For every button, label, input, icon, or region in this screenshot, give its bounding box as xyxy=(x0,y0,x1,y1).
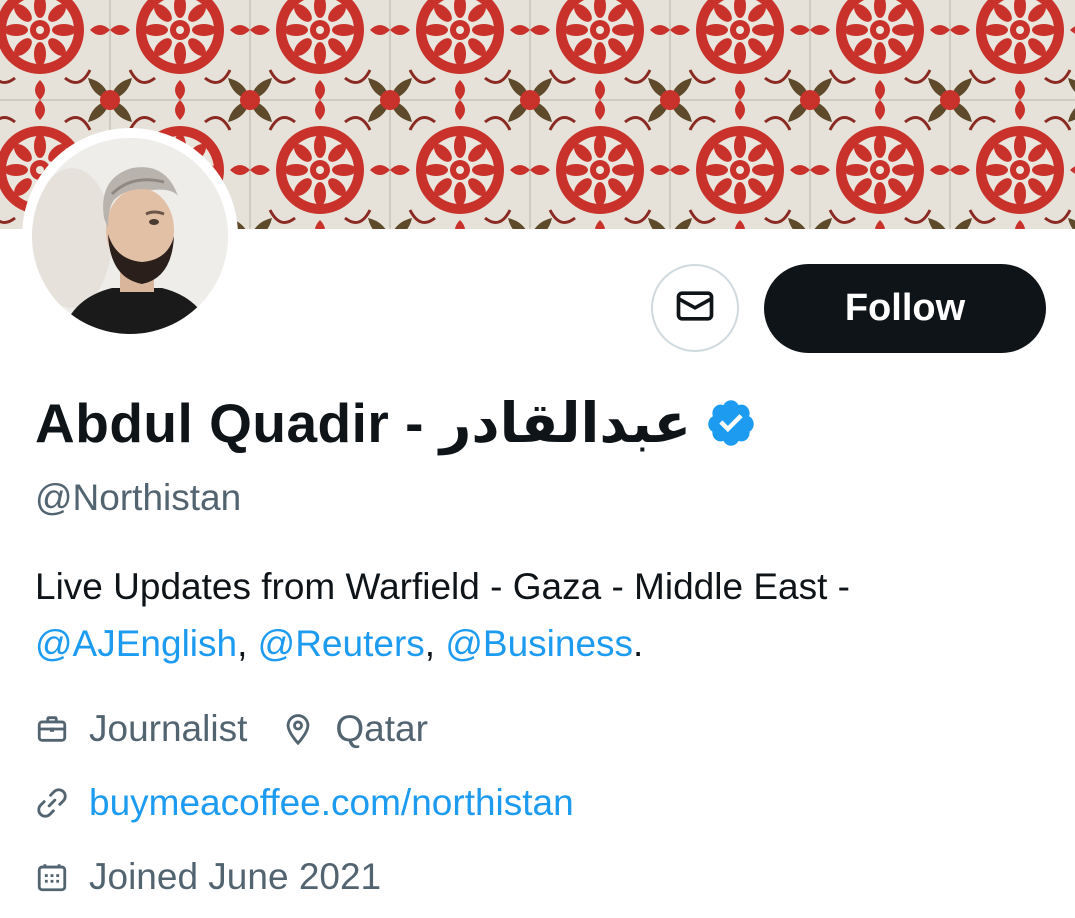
user-handle: @Northistan xyxy=(35,477,242,518)
joined-item: Joined June 2021 xyxy=(35,856,381,898)
avatar[interactable] xyxy=(32,138,228,334)
profile-page: Follow Abdul Quadir - عبدالقادر @Northis… xyxy=(0,0,1075,918)
display-name-row: Abdul Quadir - عبدالقادر xyxy=(35,388,757,458)
mention-link-business[interactable]: @Business xyxy=(445,623,633,664)
bio-separator: , xyxy=(424,623,446,664)
location-pin-icon xyxy=(281,712,315,746)
envelope-icon xyxy=(673,284,717,333)
mention-link-reuters[interactable]: @Reuters xyxy=(258,623,425,664)
verified-badge-icon[interactable] xyxy=(705,397,757,449)
joined-row: Joined June 2021 xyxy=(35,851,415,903)
follow-button-label: Follow xyxy=(844,287,966,329)
bio-separator: , xyxy=(237,623,258,664)
website-link[interactable]: buymeacoffee.com/northistan xyxy=(89,782,574,824)
display-name: Abdul Quadir - عبدالقادر xyxy=(35,392,692,454)
calendar-icon xyxy=(35,860,69,894)
bio-end: . xyxy=(633,623,644,664)
profile-meta-row: Journalist Qatar xyxy=(35,703,462,755)
profession-text: Journalist xyxy=(89,708,248,749)
website-row: buymeacoffee.com/northistan xyxy=(35,777,608,829)
profile-bio: Live Updates from Warfield - Gaza - Midd… xyxy=(35,558,1045,672)
joined-date-text: Joined June 2021 xyxy=(89,856,382,897)
briefcase-icon xyxy=(35,712,69,746)
mention-link-ajenglish[interactable]: @AJEnglish xyxy=(35,623,237,664)
profession-item: Journalist xyxy=(35,708,247,750)
message-button[interactable] xyxy=(651,264,739,352)
location-text: Qatar xyxy=(335,708,428,749)
location-item: Qatar xyxy=(281,708,428,750)
bio-text: Live Updates from Warfield - Gaza - Midd… xyxy=(35,566,850,607)
website-item: buymeacoffee.com/northistan xyxy=(35,782,574,824)
link-icon xyxy=(35,786,69,820)
follow-button[interactable]: Follow xyxy=(764,264,1046,353)
